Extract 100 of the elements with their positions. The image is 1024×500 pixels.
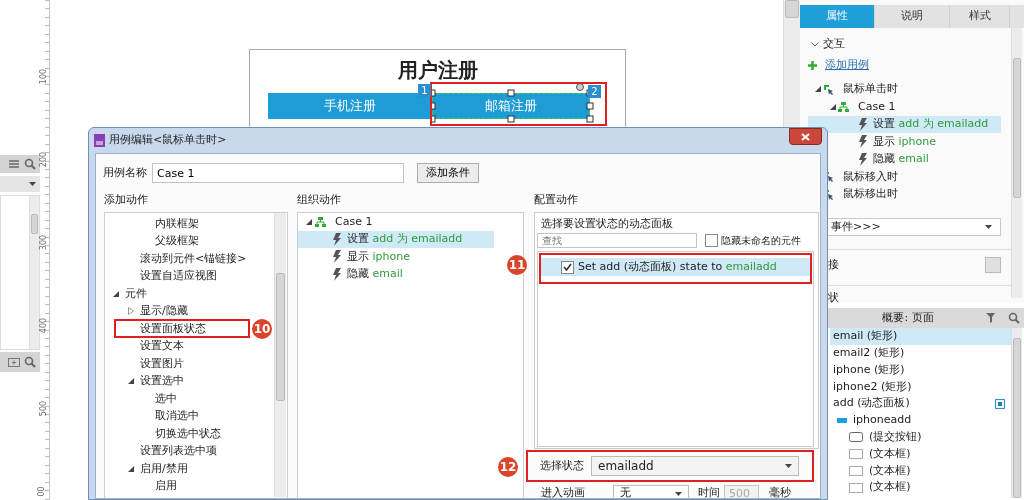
expanded-triangle-icon[interactable] [113,290,119,297]
list-item[interactable]: Set add (动态面板) state to emailadd [541,258,810,276]
expanded-triangle-icon[interactable] [830,103,836,110]
action-row[interactable]: 隐藏 email [298,265,494,283]
search-field[interactable]: 查找 [537,233,697,248]
section-label: 状 [828,289,839,306]
tree-item[interactable]: 设置面板状态 [114,319,250,339]
field-label: 用例名称 [103,164,147,181]
caret-icon [29,182,36,186]
outline-item[interactable]: (提交按钮) [830,428,1011,446]
lightning-icon [332,250,341,264]
ruler-label: 400 [39,317,49,334]
search-icon[interactable] [24,356,36,368]
close-icon [801,132,810,141]
tree-item[interactable]: 设置图片 [105,355,274,373]
ruler-label: 100 [39,68,49,85]
section-title: 交互 [823,36,845,53]
checkbox[interactable] [705,234,718,247]
case-tree-icon [315,216,326,227]
caret-icon [675,491,682,496]
panel-state-icon [837,417,847,423]
case-label: Case 1 [335,213,373,230]
outline-item[interactable]: email (矩形) [830,328,1011,345]
action-text: 显示 iphone [873,133,936,150]
action-row[interactable]: 显示 iphone [808,133,1001,151]
search-icon[interactable] [1008,312,1020,324]
tree-item[interactable]: 取消选中 [105,407,274,425]
tree-item[interactable]: 父级框架 [105,232,274,250]
lightning-icon [858,135,867,149]
tree-item[interactable]: 设置文本 [105,337,274,355]
tree-item[interactable]: 设置自适应视图 [105,267,274,285]
action-row[interactable]: 设置 add 为 emailadd [808,115,1001,133]
animation-dropdown[interactable]: 无 [613,485,689,498]
action-row[interactable]: 隐藏 email [808,150,1001,168]
ruler-label: 200 [39,151,49,168]
tree-item[interactable]: 内联框架 [105,215,274,233]
text-field-icon [849,465,863,476]
tree-item[interactable]: 启用 [105,477,274,495]
outline-item[interactable]: (文本框) [830,462,1011,480]
panel-title: 概要: 页面 [881,309,935,326]
lightning-icon [858,152,867,166]
lightning-icon [332,267,341,281]
field-label: 时间 [698,485,720,498]
expanded-triangle-icon[interactable] [128,378,134,385]
action-row[interactable]: 设置 add 为 emailadd [298,230,494,248]
menu-icon[interactable] [8,159,20,169]
action-text: 设置 add 为 emailadd [347,231,463,247]
page-heading: 用户注册 [396,57,479,83]
expanded-triangle-icon[interactable] [306,218,312,225]
number-badge: 1 [418,84,431,97]
outline-item[interactable]: add (动态面板) [830,395,1011,412]
plus-icon [808,61,817,70]
tree-item[interactable]: 设置列表选中项 [105,442,274,460]
state-dropdown[interactable]: emailadd [591,456,799,476]
tree-item[interactable]: 切换选中状态 [105,425,274,443]
tree-item[interactable]: 元件 [105,285,274,303]
collapsed-triangle-icon[interactable] [128,307,134,316]
outline-item[interactable]: (文本框) [830,445,1011,463]
case-name-field[interactable]: Case 1 [152,163,404,183]
filter-icon[interactable] [986,313,998,323]
close-button[interactable] [789,128,822,145]
section-heading: 添加动作 [104,192,149,209]
checkbox-label: 隐藏未命名的元件 [721,234,801,248]
scrollbar[interactable] [1011,28,1022,298]
scrollbar[interactable] [29,196,39,349]
outline-item[interactable]: iphoneadd [830,412,1011,429]
section-heading: 配置动作 [534,192,579,209]
add-folder-icon[interactable] [8,357,20,367]
search-icon[interactable] [24,158,36,170]
caret-icon [985,225,992,229]
checkbox[interactable] [561,260,574,274]
outline-item[interactable]: iphone2 (矩形) [830,378,1011,396]
outline-item[interactable]: (文本框) [830,479,1011,496]
expanded-triangle-icon[interactable] [128,465,134,472]
text-field-icon [849,482,863,493]
add-condition-button[interactable]: 添加条件 [417,163,479,183]
tree-item[interactable]: 启用/禁用 [105,460,274,478]
prompt-text: 选择要设置状态的动态面板 [540,216,674,231]
panel-marker-icon [995,398,1005,409]
chevron-icon[interactable] [811,42,819,47]
case-tree-icon [838,101,849,112]
list-item-text: Set add (动态面板) state to emailadd [578,258,777,275]
action-text: 隐藏 email [873,151,929,167]
outline-item[interactable]: email2 (矩形) [830,344,1011,362]
dropdown[interactable] [0,176,40,192]
tree-item[interactable]: 选中 [105,390,274,408]
lightning-icon [332,232,341,246]
unit-label: 毫秒 [769,485,791,498]
scrollbar[interactable] [1011,328,1022,498]
field-label: 选择状态 [540,457,584,474]
ruler-label: 00 [36,486,46,497]
add-case-link[interactable]: 添加用例 [825,57,869,74]
outline-item[interactable]: iphone (矩形) [830,361,1011,379]
scrollbar[interactable] [274,213,286,497]
tree-item[interactable]: 显示/隐藏 [105,302,274,320]
action-row[interactable]: 显示 iphone [298,248,494,266]
tree-item[interactable]: 设置选中 [105,372,274,390]
tree-item[interactable]: 滚动到元件<锚链接> [105,250,274,268]
case-label: Case 1 [858,98,896,115]
expanded-triangle-icon[interactable] [815,86,821,93]
